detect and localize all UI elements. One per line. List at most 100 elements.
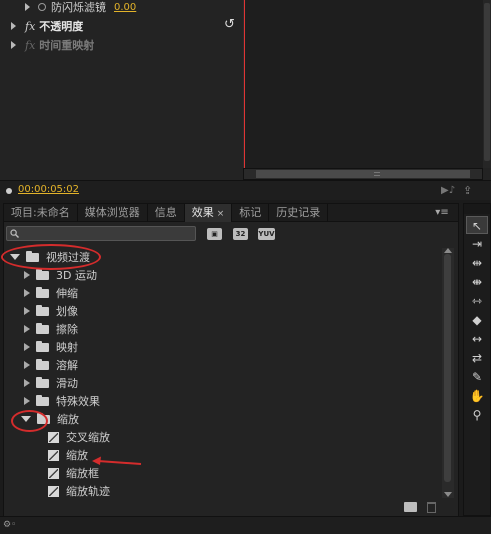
tree-item-zoom[interactable]: 缩放 <box>4 446 442 464</box>
scrollbar-thumb[interactable] <box>256 170 470 178</box>
stopwatch-icon[interactable] <box>38 3 46 11</box>
tab-label: 标记 <box>239 206 262 219</box>
expand-arrow-icon[interactable] <box>25 3 30 11</box>
transition-preset-icon <box>48 485 59 497</box>
folder-icon <box>36 304 49 316</box>
expand-arrow-icon[interactable] <box>24 343 30 351</box>
pen-tool-icon[interactable]: ✎ <box>466 368 488 386</box>
tab-effects[interactable]: 效果 × <box>184 204 233 222</box>
vertical-scrollbar[interactable] <box>483 0 491 168</box>
effects-tree: 视频过渡 3D 运动 伸缩 划像 擦除 映射 溶解 滑动 特殊效果 缩放 交叉缩… <box>4 246 442 500</box>
effect-timeline-area[interactable] <box>243 0 483 168</box>
selection-tool-icon[interactable]: ↖ <box>466 216 488 234</box>
tree-folder-wipe[interactable]: 擦除 <box>4 320 442 338</box>
expand-arrow-icon[interactable] <box>11 41 16 49</box>
tab-markers[interactable]: 标记 <box>232 204 270 222</box>
panel-menu-icon[interactable]: ▾≡ <box>430 205 454 221</box>
tree-item-label: 擦除 <box>56 323 78 336</box>
razor-tool-icon[interactable]: ◆ <box>466 311 488 329</box>
search-box[interactable] <box>6 226 196 241</box>
tree-item-label: 划像 <box>56 305 78 318</box>
tab-label: 历史记录 <box>276 206 321 219</box>
transition-preset-icon <box>48 467 59 479</box>
folder-icon <box>36 358 49 370</box>
highlight-ring-zoom-folder <box>11 410 48 432</box>
expand-arrow-icon[interactable] <box>24 271 30 279</box>
scrollbar-thumb[interactable] <box>484 3 490 161</box>
play-audio-icon[interactable]: ▶♪ <box>441 185 455 196</box>
tree-item-label: 伸缩 <box>56 287 78 300</box>
tree-item-zoom-trails[interactable]: 缩放轨迹 <box>4 482 442 500</box>
tree-item-label: 滑动 <box>56 377 78 390</box>
expand-arrow-icon[interactable] <box>11 22 16 30</box>
yuv-effects-filter-icon[interactable]: YUV <box>258 228 275 240</box>
rolling-edit-tool-icon[interactable]: ⇼ <box>466 273 488 291</box>
tab-info[interactable]: 信息 <box>148 204 185 222</box>
expand-arrow-icon[interactable] <box>24 397 30 405</box>
zoom-tool-icon[interactable]: ⚲ <box>466 406 488 424</box>
tree-folder-zoom[interactable]: 缩放 <box>4 410 442 428</box>
slide-tool-icon[interactable]: ⇄ <box>466 349 488 367</box>
slip-tool-icon[interactable]: ↔ <box>466 330 488 348</box>
status-icon[interactable]: ⚙◦ <box>3 520 19 531</box>
export-icon[interactable]: ⇪ <box>463 184 479 197</box>
track-select-tool-icon[interactable]: ⇥ <box>466 235 488 253</box>
ripple-edit-tool-icon[interactable]: ⇹ <box>466 254 488 272</box>
expand-arrow-icon[interactable] <box>24 379 30 387</box>
expand-arrow-icon[interactable] <box>24 325 30 333</box>
horizontal-scrollbar[interactable] <box>243 168 483 180</box>
tab-media-browser[interactable]: 媒体浏览器 <box>78 204 148 222</box>
reset-icon[interactable]: ↺ <box>224 18 238 32</box>
tree-item-label: 映射 <box>56 341 78 354</box>
tree-folder-special-effect[interactable]: 特殊效果 <box>4 392 442 410</box>
accelerated-effects-filter-icon[interactable]: ▣ <box>207 228 222 240</box>
tree-folder-dissolve[interactable]: 溶解 <box>4 356 442 374</box>
current-timecode[interactable]: 00:00:05:02 <box>18 184 79 195</box>
search-input[interactable] <box>23 227 193 240</box>
fx-icon[interactable]: fx <box>25 39 35 52</box>
tree-item-label: 溶解 <box>56 359 78 372</box>
tree-folder-map[interactable]: 映射 <box>4 338 442 356</box>
playhead-line[interactable] <box>244 0 245 178</box>
trash-icon[interactable] <box>427 502 436 513</box>
tree-item-label: 缩放 <box>66 449 88 462</box>
tree-item-zoom-boxes[interactable]: 缩放框 <box>4 464 442 482</box>
effect-row-anti-flicker[interactable]: 防闪烁滤镜 0.00 <box>25 0 136 16</box>
expand-arrow-icon[interactable] <box>24 361 30 369</box>
tree-folder-iris[interactable]: 划像 <box>4 302 442 320</box>
tab-label: 效果 <box>191 206 214 219</box>
tree-item-label: 缩放 <box>57 413 79 426</box>
tree-item-label: 交叉缩放 <box>66 431 110 444</box>
hand-tool-icon[interactable]: ✋ <box>466 387 488 405</box>
folder-icon <box>36 268 49 280</box>
folder-icon <box>36 322 49 334</box>
tree-item-label: 缩放轨迹 <box>66 485 110 498</box>
effect-row-label: 时间重映射 <box>39 39 95 52</box>
effect-properties-list: 防闪烁滤镜 0.00 fx 不透明度 fx 时间重映射 ↺ <box>3 0 243 180</box>
scrollbar-thumb[interactable] <box>444 254 451 482</box>
search-icon <box>10 229 19 238</box>
tree-item-cross-zoom[interactable]: 交叉缩放 <box>4 428 442 446</box>
panel-bottom-bar <box>4 500 458 516</box>
tree-folder-stretch[interactable]: 伸缩 <box>4 284 442 302</box>
folder-icon <box>36 286 49 298</box>
panel-tab-bar: 项目:未命名 媒体浏览器 信息 效果 × 标记 历史记录 <box>4 204 458 222</box>
tree-folder-slide[interactable]: 滑动 <box>4 374 442 392</box>
rate-stretch-tool-icon[interactable]: ⇿ <box>466 292 488 310</box>
effect-row-label: 防闪烁滤镜 <box>51 1 106 14</box>
new-bin-icon[interactable] <box>404 502 417 512</box>
scroll-down-arrow-icon[interactable] <box>444 492 452 497</box>
tab-history[interactable]: 历史记录 <box>269 204 329 222</box>
effect-row-opacity[interactable]: fx 不透明度 <box>11 17 83 35</box>
close-tab-icon[interactable]: × <box>217 209 225 219</box>
expand-arrow-icon[interactable] <box>24 307 30 315</box>
folder-icon <box>36 340 49 352</box>
fx-icon[interactable]: fx <box>25 20 35 33</box>
anti-flicker-value[interactable]: 0.00 <box>114 2 136 13</box>
vertical-scrollbar[interactable] <box>442 248 454 498</box>
32bit-effects-filter-icon[interactable]: 32 <box>233 228 248 240</box>
tab-project[interactable]: 项目:未命名 <box>4 204 78 222</box>
expand-arrow-icon[interactable] <box>24 289 30 297</box>
effect-row-time-remapping[interactable]: fx 时间重映射 <box>11 36 94 54</box>
scroll-up-arrow-icon[interactable] <box>444 248 452 253</box>
